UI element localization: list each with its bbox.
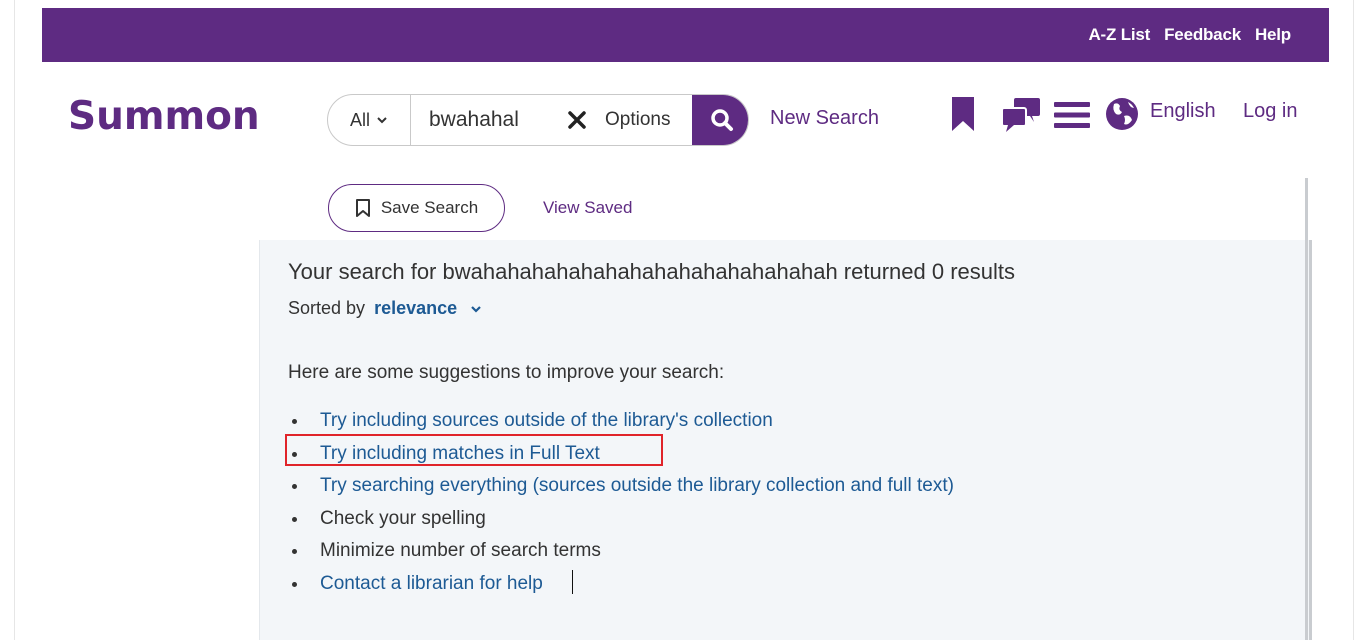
list-item: Minimize number of search terms xyxy=(288,538,954,571)
new-search-link[interactable]: New Search xyxy=(770,107,879,130)
bullet xyxy=(292,549,297,554)
search-icon xyxy=(711,109,733,131)
chevron-down-icon xyxy=(377,117,387,124)
top-bar: A-Z List Feedback Help xyxy=(42,8,1329,62)
top-bar-links: A-Z List Feedback Help xyxy=(1088,8,1291,62)
chat-icon[interactable] xyxy=(1000,96,1042,134)
bullet xyxy=(292,516,297,522)
suggestions-intro: Here are some suggestions to improve you… xyxy=(288,362,725,383)
language-selector[interactable]: English xyxy=(1150,100,1216,123)
sort-control[interactable]: Sorted by relevance xyxy=(288,298,482,319)
summon-logo[interactable]: Summon xyxy=(68,94,260,139)
suggestion-sources-outside-link[interactable]: Try including sources outside of the lib… xyxy=(320,410,773,431)
menu-icon[interactable] xyxy=(1052,100,1092,130)
view-saved-link[interactable]: View Saved xyxy=(543,198,632,218)
save-search-button[interactable]: Save Search xyxy=(328,184,505,232)
suggestion-check-spelling: Check your spelling xyxy=(320,507,486,529)
help-link[interactable]: Help xyxy=(1255,25,1291,45)
clear-icon[interactable] xyxy=(566,109,588,131)
highlight-box xyxy=(285,434,663,466)
text-cursor xyxy=(572,570,573,594)
scope-label: All xyxy=(349,109,370,130)
list-item: Check your spelling xyxy=(288,506,954,539)
bullet xyxy=(292,581,297,587)
login-link[interactable]: Log in xyxy=(1243,100,1298,123)
globe-icon[interactable] xyxy=(1104,96,1140,132)
bullet xyxy=(292,484,297,489)
save-search-label: Save Search xyxy=(380,198,479,217)
results-panel-scrollbar[interactable] xyxy=(1305,178,1308,640)
sort-value[interactable]: relevance xyxy=(374,298,457,318)
bookmark-icon[interactable] xyxy=(950,95,976,133)
chevron-down-icon xyxy=(471,306,481,313)
suggestion-search-everything-link[interactable]: Try searching everything (sources outsid… xyxy=(320,475,954,496)
suggestion-contact-librarian-link[interactable]: Contact a librarian for help xyxy=(320,573,543,594)
options-button[interactable]: Options xyxy=(605,95,670,145)
search-input[interactable]: bwahahal xyxy=(429,95,549,145)
scope-dropdown[interactable]: All xyxy=(328,95,411,145)
list-item: Contact a librarian for help xyxy=(288,571,954,604)
az-list-link[interactable]: A-Z List xyxy=(1088,25,1150,45)
feedback-link[interactable]: Feedback xyxy=(1164,25,1241,45)
sort-label: Sorted by xyxy=(288,298,366,318)
bookmark-outline-icon xyxy=(355,199,370,217)
results-summary: Your search for bwahahahahahahahahahahah… xyxy=(288,259,1015,284)
bullet xyxy=(292,419,297,424)
list-item: Try searching everything (sources outsid… xyxy=(288,473,954,506)
search-box: All bwahahal Options xyxy=(327,94,749,146)
search-button[interactable] xyxy=(692,95,748,145)
suggestion-minimize-terms: Minimize number of search terms xyxy=(320,540,601,561)
